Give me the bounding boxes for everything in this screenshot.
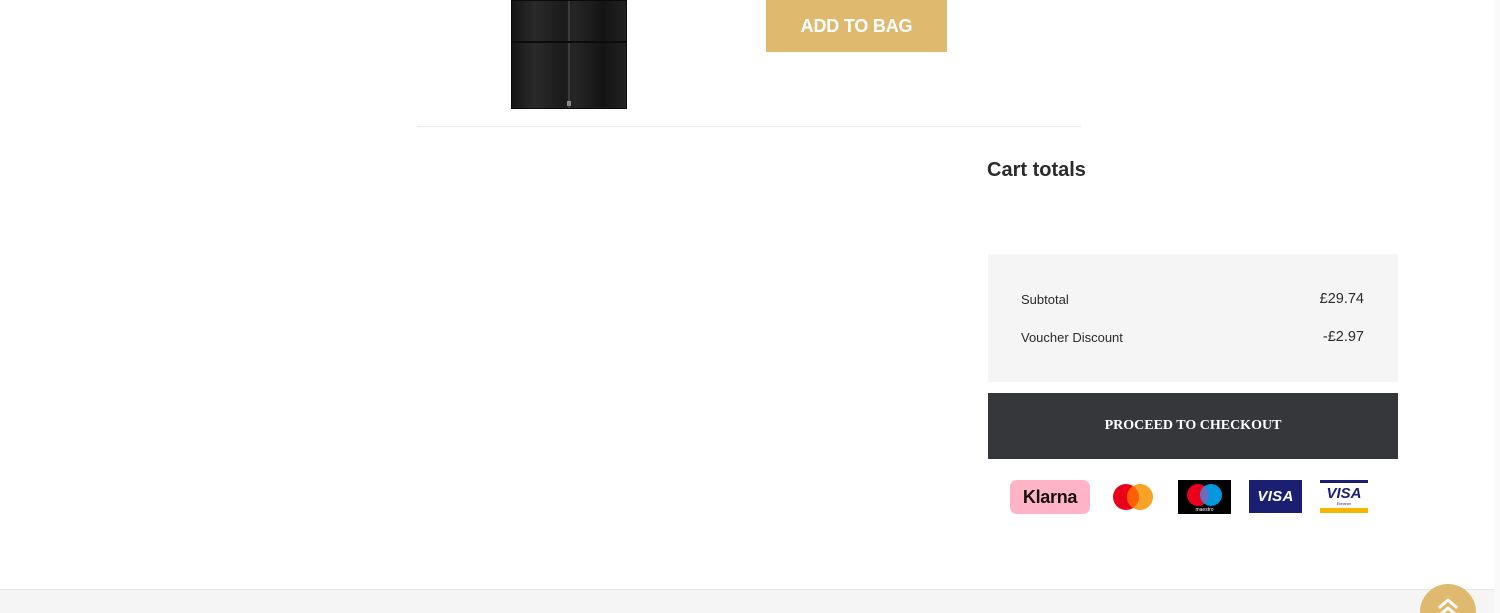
garment-bag-zip-pull (567, 101, 571, 106)
visa-logo: VISA (1249, 480, 1302, 513)
section-divider (417, 126, 1081, 127)
mastercard-icon (1113, 484, 1153, 510)
subtotal-value: £29.74 (1319, 291, 1364, 307)
product-image-garment-bag[interactable] (511, 0, 627, 109)
visa-electron-bottom-band (1320, 508, 1368, 513)
maestro-logo: maestro (1178, 480, 1231, 514)
cart-page: ADD TO BAG Cart totals Subtotal £29.74 V… (0, 0, 1500, 613)
voucher-discount-value: -£2.97 (1322, 329, 1364, 345)
cart-totals-table: Subtotal £29.74 Voucher Discount -£2.97 (988, 254, 1398, 382)
visa-electron-subtext: Electron (1336, 501, 1352, 506)
voucher-discount-label: Voucher Discount (1021, 329, 1123, 345)
proceed-to-checkout-button[interactable]: PROCEED TO CHECKOUT (988, 393, 1398, 459)
voucher-discount-row: Voucher Discount -£2.97 (1021, 329, 1364, 345)
subtotal-row: Subtotal £29.74 (1021, 291, 1364, 307)
klarna-logo: Klarna (1010, 480, 1090, 514)
visa-electron-logo: VISA Electron (1320, 480, 1368, 513)
visa-electron-wordmark: VISA (1326, 485, 1362, 502)
maestro-wordmark: maestro (1195, 507, 1214, 513)
vertical-scrollbar[interactable] (1494, 0, 1500, 613)
subtotal-label: Subtotal (1021, 291, 1069, 307)
chevron-double-up-icon (1438, 598, 1458, 613)
footer-band (0, 589, 1500, 613)
garment-bag-zip (568, 1, 570, 108)
cart-totals-title: Cart totals (987, 159, 1086, 181)
add-to-bag-button[interactable]: ADD TO BAG (766, 0, 947, 52)
garment-bag-fold (512, 41, 626, 43)
mastercard-logo (1110, 480, 1156, 514)
visa-electron-top-band (1320, 480, 1368, 483)
